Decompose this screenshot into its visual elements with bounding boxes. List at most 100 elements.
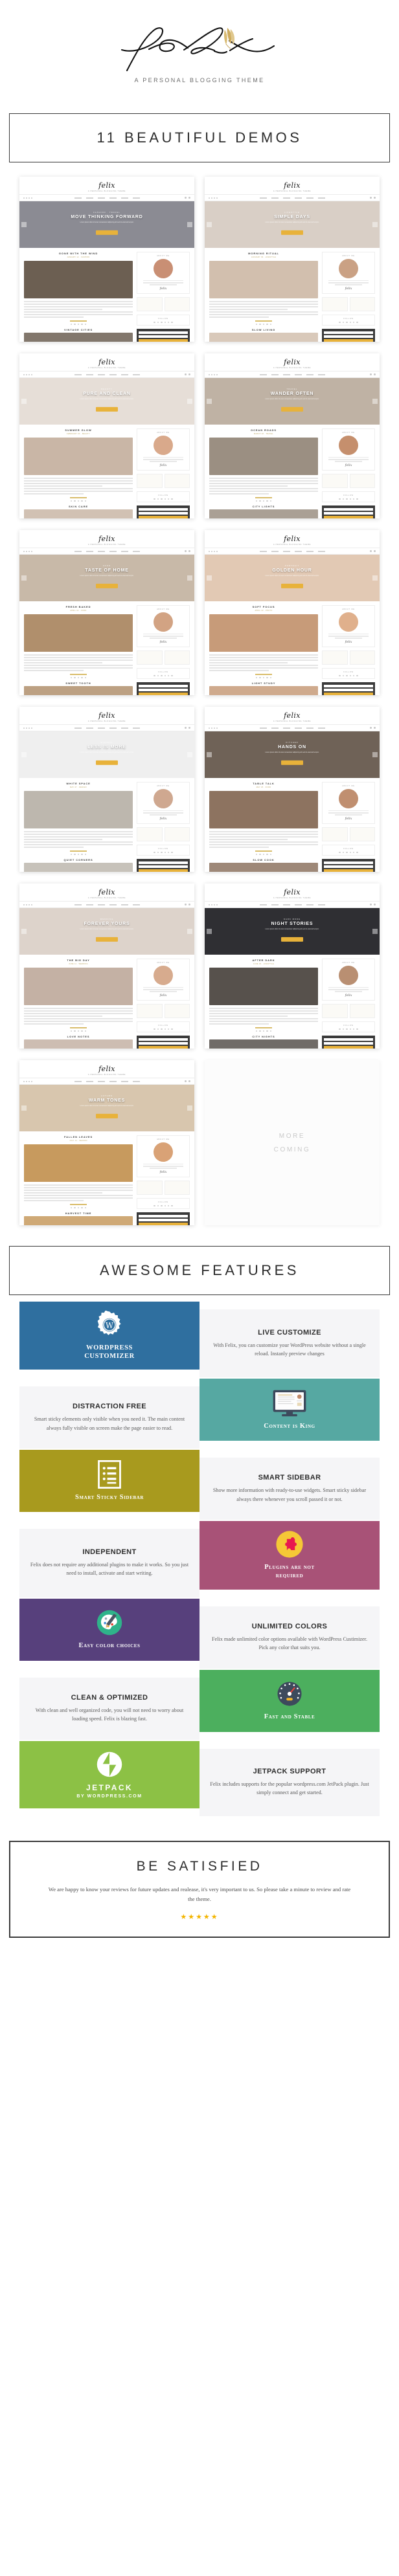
demo-card[interactable]: felix A PERSONAL BLOGGING THEME AUTUMN W…	[19, 1060, 194, 1225]
newsletter-submit[interactable]	[139, 869, 188, 872]
newsletter-email-input[interactable]	[139, 689, 188, 692]
newsletter-submit[interactable]	[139, 339, 188, 342]
widget-follow: FOLLOW	[137, 667, 190, 680]
demo-hero-button[interactable]	[96, 230, 118, 236]
demo-hero-button[interactable]	[281, 761, 303, 766]
newsletter-submit[interactable]	[324, 869, 373, 872]
sidebar-list-icon	[95, 1460, 124, 1489]
demo-hero-button[interactable]	[281, 230, 303, 236]
social-dots	[23, 550, 32, 552]
demo-card[interactable]: felix A PERSONAL BLOGGING THEME PORTRAIT…	[205, 530, 380, 695]
demo-read-more[interactable]	[255, 496, 273, 498]
widget-newsletter	[137, 1036, 190, 1049]
newsletter-name-input[interactable]	[139, 508, 188, 511]
newsletter-name-input[interactable]	[324, 1038, 373, 1041]
widget-social-icons[interactable]	[139, 321, 187, 324]
demo-card[interactable]: felix A PERSONAL BLOGGING THEME TRAVEL W…	[205, 353, 380, 518]
demo-hero-button[interactable]	[96, 761, 118, 766]
widget-follow-title: FOLLOW	[158, 671, 168, 673]
newsletter-email-input[interactable]	[139, 512, 188, 515]
more-coming-line2: COMING	[273, 1146, 311, 1153]
demo-read-more[interactable]	[255, 1027, 273, 1028]
demo-hero-button[interactable]	[96, 584, 118, 589]
widget-social-icons[interactable]	[325, 1028, 372, 1030]
demo-hero-slider: WEDDING FOREVER YOURS Lorem ipsum dolor …	[19, 908, 194, 955]
demo-card[interactable]: felix A PERSONAL BLOGGING THEME KITCHEN …	[205, 707, 380, 872]
demo-post2-image	[24, 685, 133, 695]
demo-card[interactable]: felix A PERSONAL BLOGGING THEME WEDDING …	[19, 883, 194, 1049]
newsletter-submit[interactable]	[324, 339, 373, 342]
widget-social-icons[interactable]	[325, 321, 372, 324]
social-dots	[209, 904, 218, 905]
demo-read-more[interactable]	[70, 673, 87, 675]
newsletter-name-input[interactable]	[324, 685, 373, 688]
newsletter-email-input[interactable]	[139, 1042, 188, 1045]
newsletter-email-input[interactable]	[139, 335, 188, 339]
demo-hero-button[interactable]	[96, 937, 118, 942]
widget-avatar	[339, 789, 359, 808]
demo-card[interactable]: felix A PERSONAL BLOGGING THEME BEAUTY P…	[19, 353, 194, 518]
demo-card[interactable]: felix A PERSONAL BLOGGING THEME FOOD TAS…	[19, 530, 194, 695]
newsletter-email-input[interactable]	[324, 335, 373, 339]
demo-site-nav	[205, 194, 380, 201]
widget-follow: FOLLOW	[322, 491, 375, 503]
demo-hero-button[interactable]	[96, 407, 118, 412]
demo-hero-button[interactable]	[281, 584, 303, 589]
badge	[164, 1180, 190, 1195]
widget-social-icons[interactable]	[139, 498, 187, 500]
newsletter-name-input[interactable]	[139, 1215, 188, 1218]
widget-social-icons[interactable]	[325, 674, 372, 677]
demo-preview: felix A PERSONAL BLOGGING THEME BEAUTY P…	[19, 353, 194, 518]
demo-hero-button[interactable]	[281, 407, 303, 412]
newsletter-name-input[interactable]	[139, 331, 188, 335]
demo-read-more[interactable]	[70, 1203, 87, 1205]
demo-site-tagline: A PERSONAL BLOGGING THEME	[87, 367, 126, 369]
widget-social-icons[interactable]	[325, 498, 372, 500]
newsletter-submit[interactable]	[139, 1223, 188, 1225]
newsletter-name-input[interactable]	[139, 1038, 188, 1041]
newsletter-submit[interactable]	[139, 693, 188, 695]
demo-body: MORNING RITUAL JANUARY 09 · LIFESTYLE SL…	[205, 248, 380, 342]
newsletter-email-input[interactable]	[324, 1042, 373, 1045]
widget-social-icons[interactable]	[325, 851, 372, 854]
demo-body: SOFT FOCUS APRIL 22 · PHOTO LIGHT STUDY …	[205, 601, 380, 695]
newsletter-name-input[interactable]	[139, 861, 188, 865]
newsletter-submit[interactable]	[324, 516, 373, 518]
demo-read-more[interactable]	[70, 320, 87, 322]
newsletter-name-input[interactable]	[139, 685, 188, 688]
demo-read-more[interactable]	[255, 320, 273, 322]
newsletter-email-input[interactable]	[139, 1219, 188, 1222]
demo-hero-button[interactable]	[96, 1114, 118, 1119]
widget-social-icons[interactable]	[139, 1028, 187, 1030]
widget-signature: felix	[345, 286, 352, 291]
newsletter-submit[interactable]	[324, 693, 373, 695]
newsletter-name-input[interactable]	[324, 331, 373, 335]
demo-card[interactable]: felix A PERSONAL BLOGGING THEME MINIMAL …	[19, 707, 194, 872]
newsletter-submit[interactable]	[139, 516, 188, 518]
newsletter-name-input[interactable]	[324, 508, 373, 511]
newsletter-email-input[interactable]	[324, 689, 373, 692]
newsletter-submit[interactable]	[139, 1046, 188, 1049]
newsletter-email-input[interactable]	[324, 865, 373, 869]
demos-heading-box: 11 BEAUTIFUL DEMOS	[9, 113, 390, 162]
demo-read-more[interactable]	[255, 850, 273, 852]
demo-card[interactable]: felix A PERSONAL BLOGGING THEME DARK MOD…	[205, 883, 380, 1049]
demo-hero-button[interactable]	[281, 937, 303, 942]
newsletter-name-input[interactable]	[324, 861, 373, 865]
demo-hero-caption: DARK MODE NIGHT STORIES Lorem ipsum dolo…	[205, 918, 380, 945]
newsletter-email-input[interactable]	[139, 865, 188, 869]
demo-site-logo: felix	[284, 181, 301, 190]
demo-read-more[interactable]	[255, 673, 273, 675]
nav-right-icons	[370, 197, 376, 199]
widget-social-icons[interactable]	[139, 1205, 187, 1207]
newsletter-email-input[interactable]	[324, 512, 373, 515]
demo-card[interactable]: felix A PERSONAL BLOGGING THEME FASHION …	[19, 177, 194, 342]
demo-read-more[interactable]	[70, 850, 87, 852]
demo-read-more[interactable]	[70, 1027, 87, 1028]
newsletter-submit[interactable]	[324, 1046, 373, 1049]
widget-social-icons[interactable]	[139, 851, 187, 854]
widget-social-icons[interactable]	[139, 674, 187, 677]
demo-card[interactable]: felix A PERSONAL BLOGGING THEME LIFESTYL…	[205, 177, 380, 342]
demo-read-more[interactable]	[70, 496, 87, 498]
nav-item	[120, 904, 128, 905]
